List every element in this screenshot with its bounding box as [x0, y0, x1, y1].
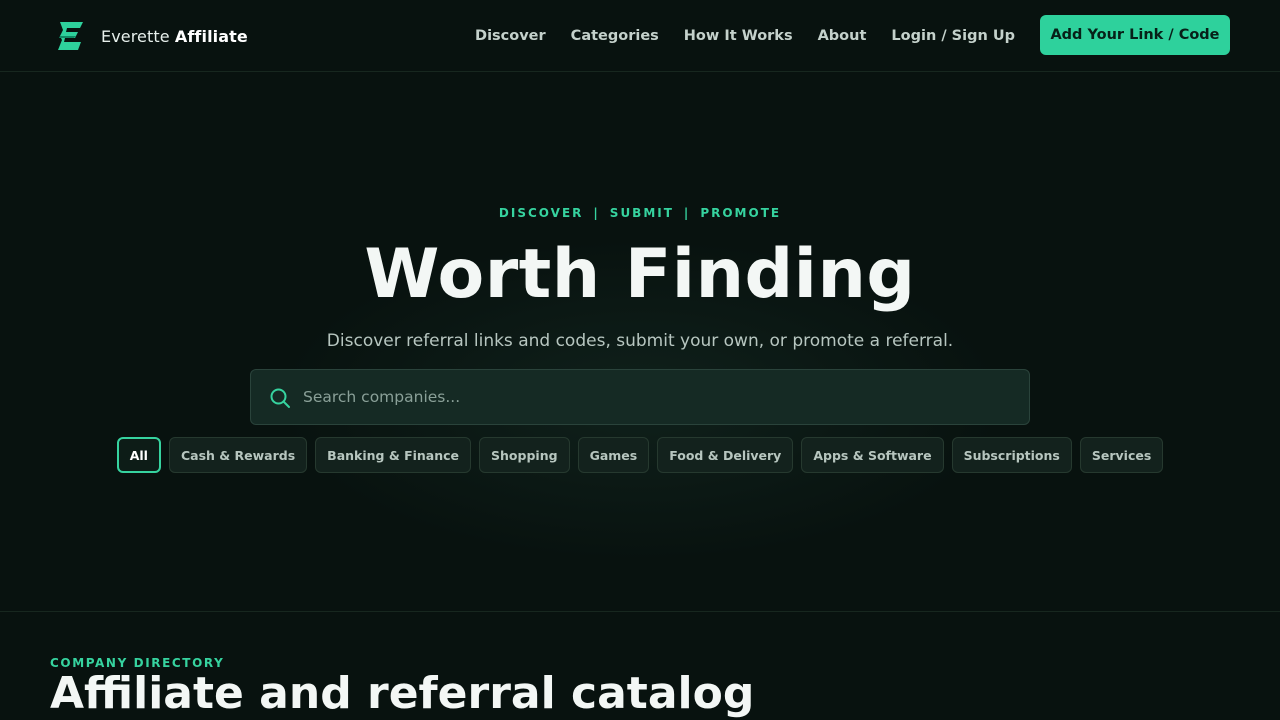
- add-link-button[interactable]: Add Your Link / Code: [1040, 15, 1230, 55]
- filter-subscriptions[interactable]: Subscriptions: [951, 437, 1072, 473]
- eyebrow-separator: |: [593, 206, 600, 220]
- nav-about[interactable]: About: [818, 28, 867, 44]
- category-filters: All Cash & Rewards Banking & Finance Sho…: [0, 437, 1280, 473]
- brand-e-icon: [58, 22, 83, 50]
- page: Everette Affiliate Discover Categories H…: [0, 0, 1280, 720]
- hero-subtitle: Discover referral links and codes, submi…: [326, 331, 954, 351]
- brand-logo[interactable]: Everette Affiliate: [56, 20, 248, 52]
- nav-how-it-works[interactable]: How It Works: [684, 28, 793, 44]
- filter-apps-software[interactable]: Apps & Software: [801, 437, 944, 473]
- search-icon: [270, 388, 290, 408]
- section-divider: [0, 611, 1280, 612]
- search-input[interactable]: [303, 370, 1003, 424]
- directory-title: Affiliate and referral catalog: [50, 668, 755, 719]
- filter-shopping[interactable]: Shopping: [479, 437, 570, 473]
- filter-cash-rewards[interactable]: Cash & Rewards: [168, 437, 308, 473]
- eyebrow-separator: |: [683, 206, 691, 220]
- nav-login-signup[interactable]: Login / Sign Up: [891, 28, 1015, 44]
- filter-food-delivery[interactable]: Food & Delivery: [657, 437, 794, 473]
- hero-title: Worth Finding: [364, 235, 916, 314]
- filter-all[interactable]: All: [116, 437, 161, 473]
- filter-services[interactable]: Services: [1079, 437, 1164, 473]
- filter-games[interactable]: Games: [577, 437, 650, 473]
- main-nav: Discover Categories How It Works About L…: [450, 0, 1015, 72]
- nav-categories[interactable]: Categories: [571, 28, 659, 44]
- hero-eyebrow: DISCOVER | SUBMIT | PROMOTE: [0, 206, 1280, 220]
- filter-banking-finance[interactable]: Banking & Finance: [315, 437, 472, 473]
- search-box[interactable]: [250, 369, 1030, 425]
- site-header: Everette Affiliate Discover Categories H…: [0, 0, 1280, 72]
- eyebrow-discover: DISCOVER: [498, 206, 584, 220]
- brand-name: Everette Affiliate: [101, 26, 248, 46]
- nav-discover[interactable]: Discover: [475, 28, 546, 44]
- eyebrow-submit: SUBMIT: [609, 206, 674, 220]
- eyebrow-promote: PROMOTE: [700, 206, 782, 220]
